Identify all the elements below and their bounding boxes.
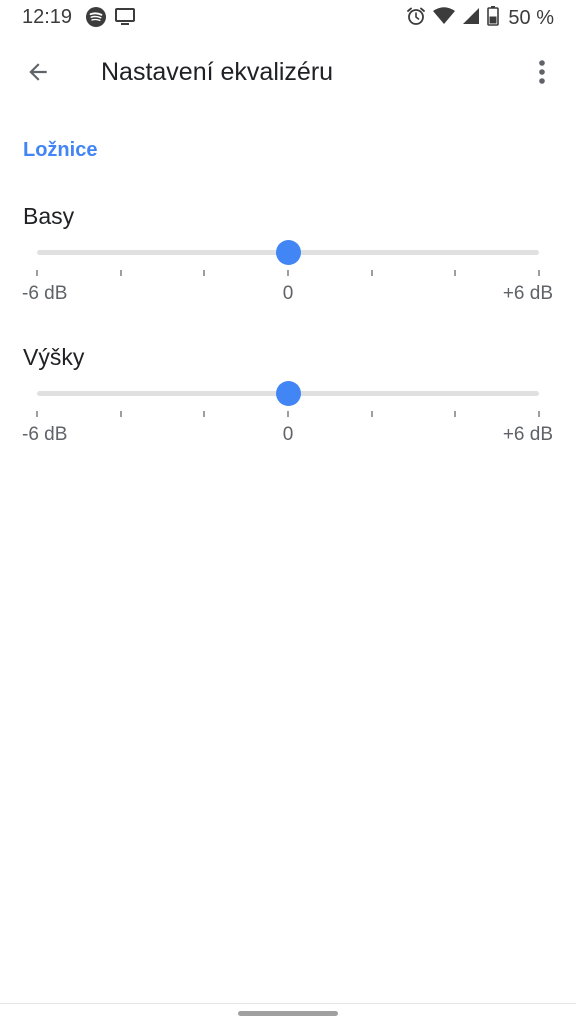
status-right-icons: 50 %	[406, 6, 554, 31]
eq-band-label: Basy	[23, 203, 75, 229]
scale-max-label: +6 dB	[502, 283, 553, 304]
section-title: Ložnice	[23, 139, 98, 161]
wifi-icon	[433, 7, 456, 30]
page-title: Nastavení ekvalizéru	[101, 58, 334, 86]
scale-mid-label: 0	[282, 283, 294, 304]
battery-fill	[489, 16, 497, 24]
slider-thumb[interactable]	[275, 381, 301, 406]
more-vert-icon	[538, 59, 546, 90]
slider-tick	[370, 411, 373, 417]
eq-band-bass: Basy -6 dB 0 +6 dB	[0, 203, 576, 333]
scale-min-label: -6 dB	[22, 283, 68, 304]
nav-bar-divider	[0, 1003, 576, 1004]
cast-icon	[114, 7, 136, 32]
status-bar: 12:19 50 %	[0, 0, 576, 36]
home-gesture-handle[interactable]	[238, 1011, 338, 1016]
status-time: 12:19	[22, 6, 73, 28]
status-left-icons	[86, 7, 136, 32]
alarm-icon	[406, 6, 426, 31]
slider-tick	[203, 411, 206, 417]
slider-tick	[36, 411, 38, 417]
slider-tick	[454, 270, 457, 276]
slider-tick	[287, 411, 289, 417]
spotify-icon	[86, 7, 106, 32]
back-button[interactable]	[16, 52, 60, 96]
slider-tick	[36, 270, 38, 276]
slider-tick	[370, 270, 373, 276]
slider-tick	[119, 270, 122, 276]
slider-tick	[119, 411, 122, 417]
eq-band-label: Výšky	[23, 344, 85, 370]
slider-tick	[203, 270, 206, 276]
battery-percent: 50 %	[508, 7, 554, 29]
battery-icon	[487, 6, 500, 31]
scale-max-label: +6 dB	[502, 424, 553, 445]
slider-tick	[454, 411, 457, 417]
scale-mid-label: 0	[282, 424, 294, 445]
cell-signal-icon	[462, 7, 480, 30]
bass-slider[interactable]	[36, 233, 540, 289]
app-bar: Nastavení ekvalizéru	[0, 36, 576, 112]
slider-tick	[538, 411, 540, 417]
slider-tick	[538, 270, 540, 276]
treble-slider[interactable]	[36, 374, 540, 430]
arrow-back-icon	[25, 59, 51, 90]
slider-tick	[287, 270, 289, 276]
more-options-button[interactable]	[520, 52, 564, 96]
slider-thumb[interactable]	[275, 240, 301, 265]
scale-min-label: -6 dB	[22, 424, 68, 445]
eq-band-treble: Výšky -6 dB 0 +6 dB	[0, 344, 576, 474]
